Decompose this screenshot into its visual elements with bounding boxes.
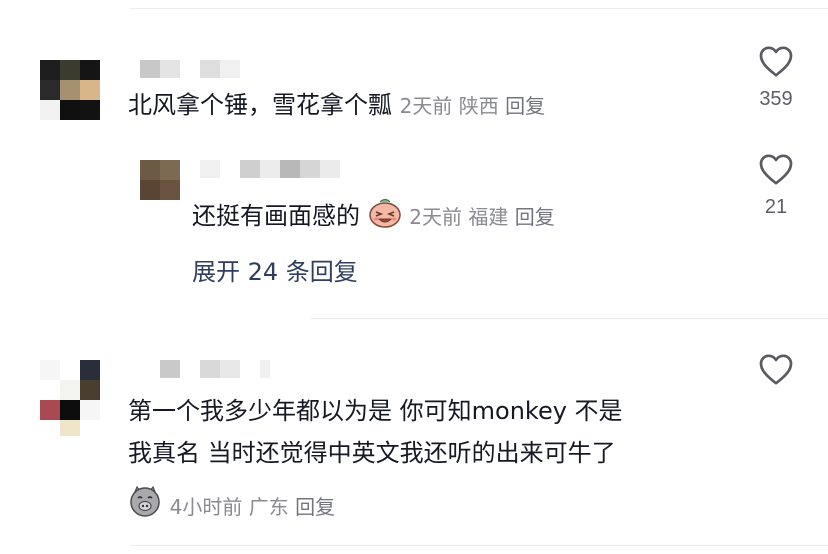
- username[interactable]: [140, 60, 240, 78]
- comment-time: 4小时前: [169, 495, 243, 519]
- reply-like-button[interactable]: 21: [746, 152, 806, 219]
- comment-meta: 2天前 陕西 回复: [400, 94, 545, 118]
- reply-button[interactable]: 回复: [515, 205, 555, 229]
- heart-icon[interactable]: [758, 352, 794, 386]
- comment-meta: 4小时前 广东 回复: [170, 495, 335, 519]
- avatar[interactable]: [40, 360, 100, 436]
- username[interactable]: [160, 360, 270, 378]
- reply-username[interactable]: [200, 160, 340, 178]
- like-button[interactable]: [746, 352, 806, 390]
- divider: [130, 545, 828, 546]
- laughing-face-emoji: [368, 198, 402, 235]
- like-button[interactable]: 359: [746, 44, 806, 111]
- comment-body: 北风拿个锤，雪花拿个瓢: [128, 91, 392, 119]
- divider: [130, 8, 828, 9]
- like-count: 359: [759, 88, 793, 110]
- comment-time: 2天前: [399, 94, 453, 118]
- reply-avatar[interactable]: [140, 160, 180, 200]
- divider: [310, 318, 828, 319]
- comment-location: 陕西: [458, 94, 499, 118]
- reply-time: 2天前: [409, 205, 463, 229]
- reply-button[interactable]: 回复: [295, 495, 335, 519]
- comment-body-line: 第一个我多少年都以为是 你可知monkey 不是: [128, 397, 623, 425]
- comment-location: 广东: [248, 495, 289, 519]
- reply-body: 还挺有画面感的: [192, 202, 360, 230]
- avatar[interactable]: [40, 60, 100, 120]
- reply-location: 福建: [468, 205, 509, 229]
- reply-text[interactable]: 还挺有画面感的 2天前 福建 回复: [192, 198, 555, 235]
- heart-icon[interactable]: [758, 152, 794, 186]
- comment-body-line: 我真名 当时还觉得中英文我还听的出来可牛了: [128, 439, 616, 467]
- like-count: 21: [764, 196, 788, 218]
- reply-button[interactable]: 回复: [505, 94, 545, 118]
- pig-face-emoji: [128, 484, 162, 525]
- comment-meta-row: 4小时前 广东 回复: [128, 484, 335, 525]
- comment-text[interactable]: 第一个我多少年都以为是 你可知monkey 不是 我真名 当时还觉得中英文我还听…: [128, 396, 623, 468]
- heart-icon[interactable]: [758, 44, 794, 78]
- reply-meta: 2天前 福建 回复: [409, 205, 554, 229]
- expand-replies-link[interactable]: 展开 24 条回复: [192, 252, 358, 287]
- comment-text[interactable]: 北风拿个锤，雪花拿个瓢 2天前 陕西 回复: [128, 90, 545, 121]
